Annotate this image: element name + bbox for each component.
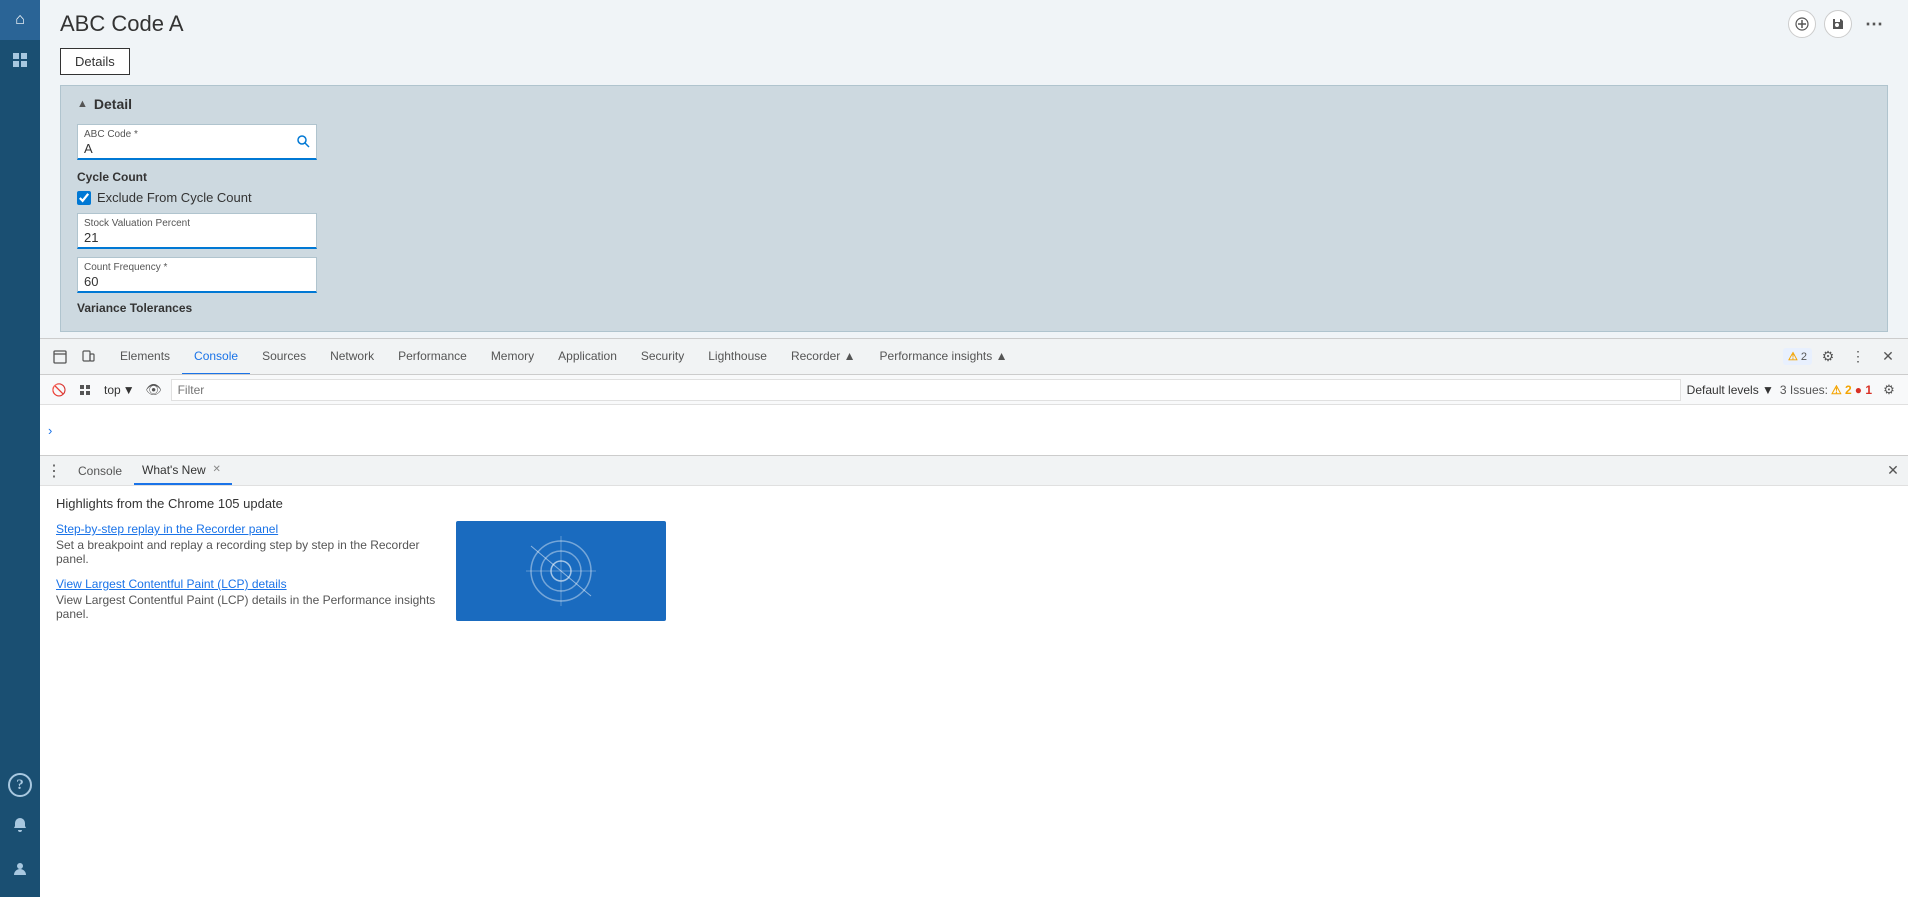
bottom-panel: ⋮ Console What's New ✕ ✕ Highlights from…: [40, 455, 1908, 897]
add-button[interactable]: [1788, 10, 1816, 38]
sidebar-icon-user[interactable]: [0, 849, 40, 889]
devtools-more-icon[interactable]: ⋮: [1844, 343, 1872, 371]
details-tab[interactable]: Details: [60, 48, 130, 75]
whats-new-content: Highlights from the Chrome 105 update St…: [40, 486, 1908, 897]
bottom-panel-close-button[interactable]: ✕: [1882, 459, 1904, 481]
top-context-label: top: [104, 383, 121, 397]
inspect-icon[interactable]: [46, 343, 74, 371]
lookup-icon[interactable]: [296, 134, 310, 151]
devtools-settings-icon[interactable]: ⚙: [1814, 343, 1842, 371]
issues-warn-count: ⚠: [1788, 350, 1798, 363]
console-settings-icon[interactable]: ⚙: [1878, 379, 1900, 401]
whats-new-image: [456, 521, 666, 621]
abc-code-field: ABC Code *: [77, 124, 1871, 160]
bottom-tab-whats-new[interactable]: What's New ✕: [134, 457, 232, 485]
clear-console-icon[interactable]: 🚫: [48, 379, 70, 401]
console-toolbar: 🚫 top ▼ 👁 Default levels ▼: [40, 375, 1908, 405]
bottom-tabs: ⋮ Console What's New ✕: [40, 456, 1908, 486]
bottom-tab-console-label: Console: [78, 464, 122, 478]
whats-new-link-0: Step-by-step replay in the Recorder pane…: [56, 521, 436, 566]
whats-new-links: Step-by-step replay in the Recorder pane…: [56, 521, 436, 631]
bottom-tab-console[interactable]: Console: [70, 457, 130, 485]
issues-count-label: 3 Issues:: [1780, 383, 1828, 397]
whats-new-link-0-desc: Set a breakpoint and replay a recording …: [56, 538, 436, 566]
issues-count[interactable]: 3 Issues: ⚠ 2 ● 1: [1780, 383, 1872, 397]
devtools-toolbar: Elements Console Sources Network Perform…: [40, 339, 1908, 375]
tab-lighthouse[interactable]: Lighthouse: [696, 339, 779, 374]
device-icon[interactable]: [74, 343, 102, 371]
console-filter-input[interactable]: [171, 379, 1681, 401]
abc-code-label: ABC Code *: [84, 129, 296, 140]
save-button[interactable]: [1824, 10, 1852, 38]
top-context-select[interactable]: top ▼: [100, 381, 139, 399]
console-content: ›: [40, 405, 1908, 455]
tab-recorder[interactable]: Recorder ▲: [779, 339, 868, 374]
eye-icon[interactable]: 👁: [143, 379, 165, 401]
tab-application[interactable]: Application: [546, 339, 629, 374]
bottom-panel-dots[interactable]: ⋮: [46, 461, 62, 481]
warn-count: ⚠ 2: [1831, 383, 1852, 397]
tab-elements[interactable]: Elements: [108, 339, 182, 374]
whats-new-close-icon[interactable]: ✕: [210, 463, 224, 477]
count-frequency-input[interactable]: [84, 274, 310, 289]
collapse-icon[interactable]: ▲: [77, 98, 88, 110]
default-levels-select[interactable]: Default levels ▼: [1687, 383, 1774, 397]
tab-security[interactable]: Security: [629, 339, 696, 374]
default-levels-label: Default levels ▼: [1687, 383, 1774, 397]
exclude-from-cycle-count-label: Exclude From Cycle Count: [97, 190, 252, 205]
select-icon[interactable]: [74, 379, 96, 401]
tab-network[interactable]: Network: [318, 339, 386, 374]
detail-section: ▲ Detail ABC Code *: [60, 85, 1888, 332]
bottom-tab-whats-new-label: What's New: [142, 463, 206, 477]
stock-valuation-label: Stock Valuation Percent: [84, 218, 310, 229]
devtools-panel: Elements Console Sources Network Perform…: [40, 338, 1908, 455]
exclude-from-cycle-count-row: Exclude From Cycle Count: [77, 190, 1871, 205]
section-header-label: Detail: [94, 96, 132, 112]
tab-console[interactable]: Console: [182, 339, 250, 374]
variance-tolerances-label: Variance Tolerances: [77, 301, 1871, 315]
whats-new-link-0-title[interactable]: Step-by-step replay in the Recorder pane…: [56, 522, 278, 536]
more-button[interactable]: ⋯: [1860, 10, 1888, 38]
count-frequency-label: Count Frequency *: [84, 262, 310, 273]
exclude-from-cycle-count-checkbox[interactable]: [77, 191, 91, 205]
whats-new-title: Highlights from the Chrome 105 update: [56, 496, 1892, 511]
prompt-arrow: ›: [48, 423, 52, 438]
sidebar: ⌂ ?: [0, 0, 40, 897]
whats-new-link-1-desc: View Largest Contentful Paint (LCP) deta…: [56, 593, 436, 621]
sidebar-icon-home[interactable]: ⌂: [0, 0, 40, 40]
tab-performance[interactable]: Performance: [386, 339, 479, 374]
tab-sources[interactable]: Sources: [250, 339, 318, 374]
tab-performance-insights[interactable]: Performance insights ▲: [868, 339, 1020, 374]
cycle-count-label: Cycle Count: [77, 170, 1871, 184]
whats-new-link-1: View Largest Contentful Paint (LCP) deta…: [56, 576, 436, 621]
tab-memory[interactable]: Memory: [479, 339, 546, 374]
issues-badge[interactable]: ⚠ 2: [1783, 348, 1812, 365]
whats-new-link-1-title[interactable]: View Largest Contentful Paint (LCP) deta…: [56, 577, 287, 591]
stock-valuation-input[interactable]: [84, 230, 310, 245]
count-frequency-field: Count Frequency *: [77, 257, 1871, 293]
sidebar-icon-grid[interactable]: [0, 40, 40, 80]
sidebar-icon-bell[interactable]: [0, 805, 40, 845]
devtools-tabs: Elements Console Sources Network Perform…: [108, 339, 1783, 374]
abc-code-input[interactable]: [84, 141, 296, 156]
issues-badge-count: 2: [1801, 351, 1807, 363]
stock-valuation-field: Stock Valuation Percent: [77, 213, 1871, 249]
page-title: ABC Code A: [60, 11, 184, 37]
err-count: ● 1: [1855, 383, 1872, 397]
devtools-close-icon[interactable]: ✕: [1874, 343, 1902, 371]
top-context-dropdown-icon: ▼: [123, 383, 135, 397]
sidebar-icon-help[interactable]: ?: [8, 773, 32, 797]
